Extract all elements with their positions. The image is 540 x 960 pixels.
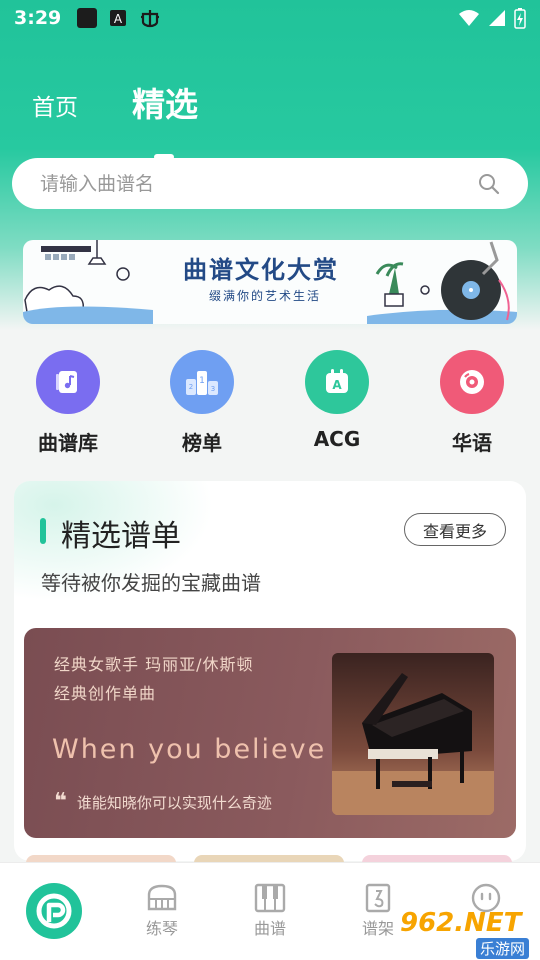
nav-practice[interactable]: 练琴 [122, 883, 202, 939]
nav-scores[interactable]: 曲谱 [230, 883, 310, 939]
category-label: ACG [313, 427, 361, 451]
search-input[interactable] [40, 172, 478, 195]
section-title: 精选谱单 [61, 519, 181, 554]
featured-playlist-card: 精选谱单 查看更多 等待被你发掘的宝藏曲谱 经典女歌手 玛丽亚/休斯顿 经典创作… [14, 481, 526, 861]
category-label: 华语 [452, 431, 492, 455]
status-bar: 3:29 A [0, 0, 540, 36]
section-accent-bar [40, 518, 46, 544]
nav-label: 曲谱 [253, 919, 286, 938]
banner-title: 曲谱文化大赏 [183, 255, 339, 284]
svg-text:3: 3 [211, 385, 215, 393]
music-stand-icon [365, 883, 391, 913]
calendar-a-icon: A [305, 350, 369, 414]
app-notification-icon [77, 8, 98, 28]
feature-quote: ❝ 谁能知晓你可以实现什么奇迹 [54, 791, 272, 813]
nav-label: 练琴 [145, 919, 178, 938]
app-logo-icon [36, 893, 72, 929]
category-acg[interactable]: A ACG [292, 350, 382, 451]
category-mandarin[interactable]: 华语 [427, 350, 517, 456]
bug-notification-icon [141, 10, 160, 28]
top-tabs: 首页 精选 [32, 78, 198, 160]
vinyl-disc-icon [440, 350, 504, 414]
svg-text:A: A [332, 378, 342, 392]
tab-featured[interactable]: 精选 [132, 78, 198, 160]
nav-label: 谱架 [361, 919, 394, 938]
watermark-subtext: 乐游网 [476, 938, 530, 959]
tab-home[interactable]: 首页 [32, 88, 78, 126]
category-label: 曲谱库 [38, 431, 98, 455]
grand-piano-image [332, 653, 494, 815]
featured-song-banner[interactable]: 经典女歌手 玛丽亚/休斯顿 经典创作单曲 When you believe ❝ … [24, 628, 516, 838]
feature-line-2: 经典创作单曲 [54, 684, 157, 703]
category-score-library[interactable]: 曲谱库 [23, 350, 113, 456]
tab-featured-label: 精选 [132, 85, 198, 124]
svg-text:1: 1 [199, 376, 205, 386]
battery-icon [514, 8, 526, 29]
font-notification-icon: A [110, 10, 127, 26]
banner-decoration-left [23, 240, 153, 324]
music-note-icon [36, 350, 100, 414]
view-more-button[interactable]: 查看更多 [404, 513, 506, 546]
svg-text:A: A [114, 12, 123, 26]
signal-icon [489, 10, 505, 26]
quote-icon: ❝ [54, 789, 67, 814]
banner-subtitle: 缀满你的艺术生活 [209, 289, 322, 303]
piano-icon [147, 884, 177, 911]
home-logo-button[interactable] [26, 883, 82, 939]
watermark-text: 962.NET [400, 908, 522, 938]
wifi-icon [459, 10, 479, 26]
category-row: 曲谱库 12 3 榜单 A ACG 华语 [0, 350, 540, 455]
svg-text:2: 2 [189, 383, 193, 391]
podium-icon: 12 3 [170, 350, 234, 414]
keyboard-icon [254, 883, 286, 913]
category-charts[interactable]: 12 3 榜单 [157, 350, 247, 456]
section-subtitle: 等待被你发掘的宝藏曲谱 [41, 571, 261, 595]
promo-banner[interactable]: 曲谱文化大赏 缀满你的艺术生活 [23, 240, 517, 324]
watermark-logo: 962.NET 乐游网 [400, 908, 540, 960]
feature-song-title: When you believe [52, 734, 327, 765]
feature-line-1: 经典女歌手 玛丽亚/休斯顿 [54, 655, 254, 674]
feature-quote-text: 谁能知晓你可以实现什么奇迹 [76, 793, 272, 812]
search-icon[interactable] [478, 173, 500, 195]
banner-decoration-right [367, 241, 517, 324]
category-label: 榜单 [182, 431, 222, 455]
search-bar[interactable] [12, 158, 528, 209]
status-time: 3:29 [14, 7, 62, 29]
